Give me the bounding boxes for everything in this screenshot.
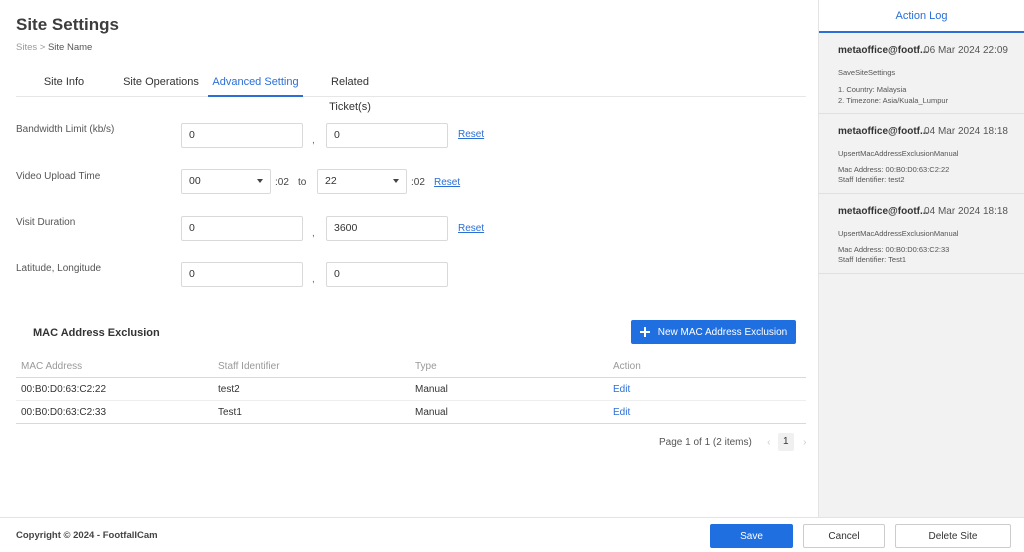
tab-site-operations[interactable]: Site Operations bbox=[120, 70, 202, 97]
pagination-page-1[interactable]: 1 bbox=[777, 433, 794, 451]
new-mac-exclusion-button[interactable]: New MAC Address Exclusion bbox=[631, 320, 796, 344]
tab-advanced-setting[interactable]: Advanced Setting bbox=[208, 70, 303, 97]
video-upload-from-value: 00 bbox=[189, 175, 201, 187]
breadcrumb-sites[interactable]: Sites bbox=[16, 42, 37, 53]
copyright: Copyright © 2024 - FootfallCam bbox=[16, 530, 158, 541]
edit-link[interactable]: Edit bbox=[613, 407, 630, 418]
edit-link[interactable]: Edit bbox=[613, 384, 630, 395]
log-detail: Staff Identifier: Test1 bbox=[838, 255, 907, 264]
log-detail: Mac Address: 00:B0:D0:63:C2:33 bbox=[838, 245, 950, 254]
visit-duration-reset-link[interactable]: Reset bbox=[458, 223, 484, 234]
video-upload-label: Video Upload Time bbox=[16, 171, 101, 182]
app: Site Settings Sites > Site Name Site Inf… bbox=[0, 0, 1024, 552]
video-upload-from-select[interactable]: 00 bbox=[181, 169, 271, 194]
cell-mac: 00:B0:D0:63:C2:22 bbox=[21, 384, 107, 395]
log-detail: 1. Country: Malaysia bbox=[838, 85, 907, 94]
delete-site-button[interactable]: Delete Site bbox=[895, 524, 1011, 548]
video-upload-to-suffix: :02 bbox=[411, 177, 425, 188]
latitude-input[interactable]: 0 bbox=[181, 262, 303, 287]
log-date: 06 Mar 2024 22:09 bbox=[924, 45, 1008, 56]
plus-icon bbox=[639, 327, 650, 337]
column-header-staff: Staff Identifier bbox=[218, 361, 280, 372]
table-row: 00:B0:D0:63:C2:33 Test1 Manual Edit bbox=[16, 401, 806, 424]
chevron-down-icon bbox=[393, 179, 399, 183]
cell-mac: 00:B0:D0:63:C2:33 bbox=[21, 407, 107, 418]
log-action: UpsertMacAddressExclusionManual bbox=[838, 229, 959, 238]
breadcrumb-separator: > bbox=[39, 42, 46, 53]
visit-duration-input-1[interactable]: 0 bbox=[181, 216, 303, 241]
main-content: Site Settings Sites > Site Name Site Inf… bbox=[0, 0, 818, 517]
log-detail: Staff Identifier: test2 bbox=[838, 175, 905, 184]
column-header-type: Type bbox=[415, 361, 437, 372]
video-upload-reset-link[interactable]: Reset bbox=[434, 177, 460, 188]
cell-type: Manual bbox=[415, 384, 448, 395]
video-upload-to-label: to bbox=[298, 177, 307, 188]
log-entry: metaoffice@footf... 04 Mar 2024 18:18 Up… bbox=[819, 114, 1024, 194]
bandwidth-input-1[interactable]: 0 bbox=[181, 123, 303, 148]
video-upload-to-select[interactable]: 22 bbox=[317, 169, 407, 194]
log-detail: 2. Timezone: Asia/Kuala_Lumpur bbox=[838, 96, 949, 105]
chevron-down-icon bbox=[257, 179, 263, 183]
lat-long-separator: , bbox=[312, 274, 315, 285]
breadcrumb-current: Site Name bbox=[47, 42, 93, 53]
log-date: 04 Mar 2024 18:18 bbox=[924, 126, 1008, 137]
cell-staff: Test1 bbox=[218, 407, 242, 418]
cell-staff: test2 bbox=[218, 384, 240, 395]
bandwidth-input-2[interactable]: 0 bbox=[326, 123, 448, 148]
chevron-left-icon[interactable]: ‹ bbox=[764, 437, 774, 448]
bandwidth-reset-link[interactable]: Reset bbox=[458, 129, 484, 140]
log-user: metaoffice@footf... bbox=[838, 126, 929, 137]
table-row: 00:B0:D0:63:C2:22 test2 Manual Edit bbox=[16, 378, 806, 401]
lat-long-label: Latitude, Longitude bbox=[16, 263, 102, 274]
column-header-mac: MAC Address bbox=[21, 361, 83, 372]
bandwidth-separator: , bbox=[312, 135, 315, 146]
page-title: Site Settings bbox=[16, 15, 119, 34]
longitude-input[interactable]: 0 bbox=[326, 262, 448, 287]
log-date: 04 Mar 2024 18:18 bbox=[924, 206, 1008, 217]
visit-duration-label: Visit Duration bbox=[16, 217, 76, 228]
video-upload-to-value: 22 bbox=[325, 175, 337, 187]
column-header-action: Action bbox=[613, 361, 641, 372]
log-action: UpsertMacAddressExclusionManual bbox=[838, 149, 959, 158]
visit-duration-separator: , bbox=[312, 228, 315, 239]
tab-related-tickets[interactable]: Related Ticket(s) bbox=[310, 70, 390, 113]
log-user: metaoffice@footf... bbox=[838, 206, 929, 217]
tab-bar: Site Info Site Operations Advanced Setti… bbox=[16, 70, 806, 113]
new-mac-exclusion-label: New MAC Address Exclusion bbox=[657, 326, 788, 338]
cell-type: Manual bbox=[415, 407, 448, 418]
mac-table: MAC Address Staff Identifier Type Action… bbox=[16, 355, 806, 424]
footer: Copyright © 2024 - FootfallCam Save Canc… bbox=[0, 517, 1024, 552]
mac-section-title: MAC Address Exclusion bbox=[33, 327, 160, 339]
visit-duration-input-2[interactable]: 3600 bbox=[326, 216, 448, 241]
chevron-right-icon[interactable]: › bbox=[800, 437, 810, 448]
video-upload-from-suffix: :02 bbox=[275, 177, 289, 188]
log-entry: metaoffice@footf... 06 Mar 2024 22:09 Sa… bbox=[819, 33, 1024, 114]
bandwidth-label: Bandwidth Limit (kb/s) bbox=[16, 124, 115, 135]
pagination-summary: Page 1 of 1 (2 items) bbox=[659, 436, 752, 448]
save-button[interactable]: Save bbox=[710, 524, 793, 548]
log-user: metaoffice@footf... bbox=[838, 45, 929, 56]
breadcrumb: Sites > Site Name bbox=[16, 42, 92, 53]
log-entry: metaoffice@footf... 04 Mar 2024 18:18 Up… bbox=[819, 194, 1024, 274]
log-action: SaveSiteSettings bbox=[838, 68, 896, 77]
table-header: MAC Address Staff Identifier Type Action bbox=[16, 355, 806, 378]
cancel-button[interactable]: Cancel bbox=[803, 524, 885, 548]
action-log-panel: Action Log metaoffice@footf... 06 Mar 20… bbox=[818, 0, 1024, 517]
tab-site-info[interactable]: Site Info bbox=[30, 70, 98, 97]
log-detail: Mac Address: 00:B0:D0:63:C2:22 bbox=[838, 165, 950, 174]
pagination: Page 1 of 1 (2 items) ‹ 1 › bbox=[659, 432, 810, 452]
action-log-title[interactable]: Action Log bbox=[819, 0, 1024, 33]
